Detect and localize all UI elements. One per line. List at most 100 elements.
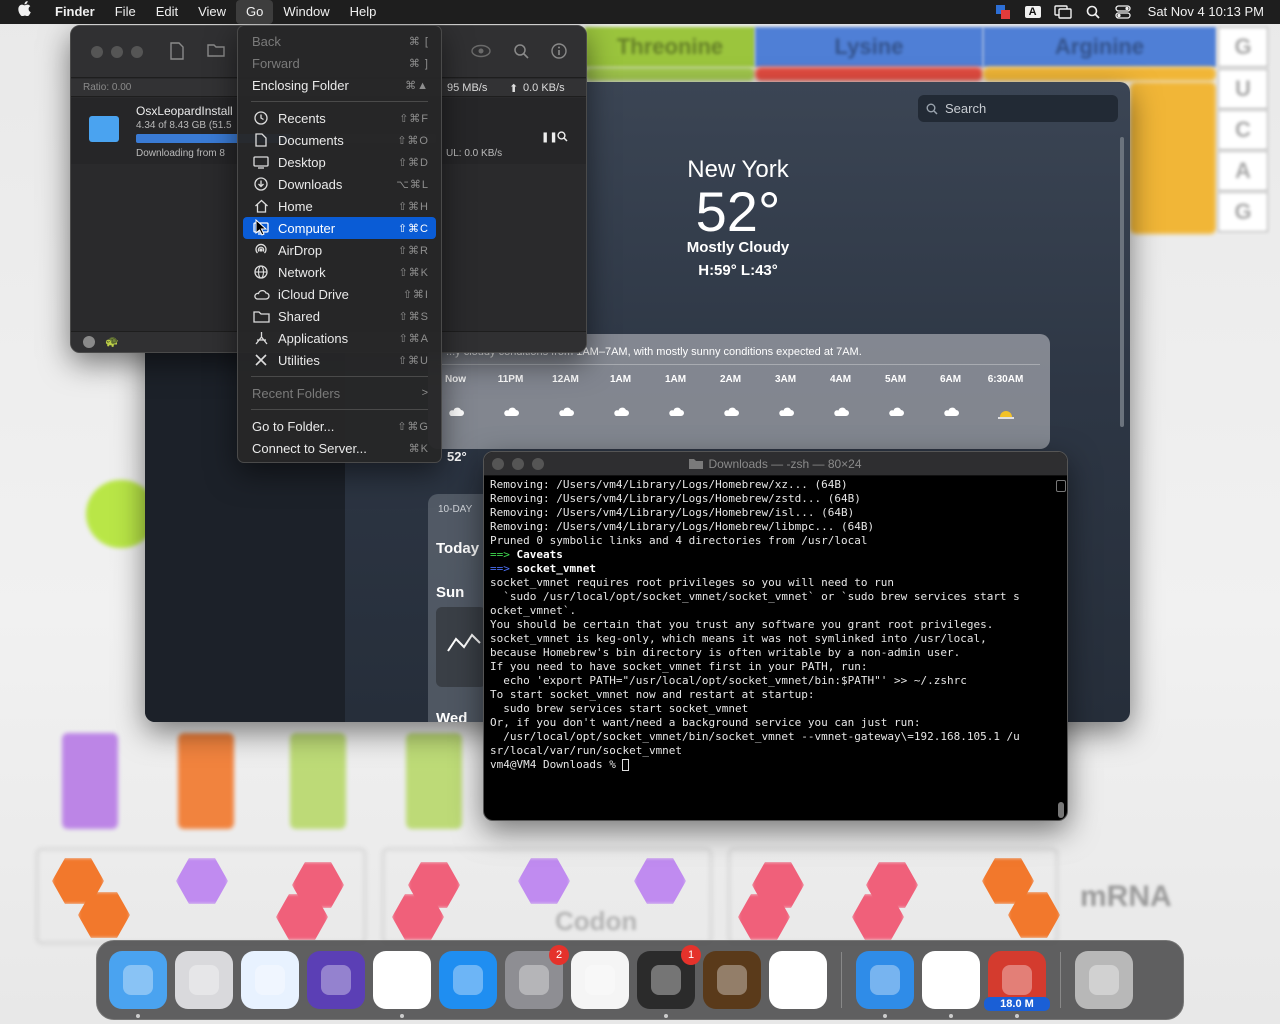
safari-icon — [255, 965, 285, 995]
go-menu-item-home[interactable]: Home ⇧⌘H — [243, 195, 436, 217]
terminal-line: To start socket_vmnet now and restart at… — [490, 688, 815, 701]
menu-view[interactable]: View — [188, 0, 236, 24]
amino-acid-cell: Arginine — [983, 27, 1216, 67]
go-menu-item-utilities[interactable]: Utilities ⇧⌘U — [243, 349, 436, 371]
go-menu-item-shared[interactable]: Shared ⇧⌘S — [243, 305, 436, 327]
go-menu-item-recents[interactable]: Recents ⇧⌘F — [243, 107, 436, 129]
go-menu-item-go-to-folder[interactable]: Go to Folder... ⇧⌘G — [243, 415, 436, 437]
hour-label: 4AM — [829, 374, 852, 385]
terminal-scrollbar[interactable] — [1058, 802, 1064, 818]
terminal-line: If you need to have socket_vmnet first i… — [490, 660, 868, 673]
info-icon[interactable] — [551, 43, 567, 62]
spotlight-search-icon[interactable] — [1080, 0, 1106, 24]
search-icon[interactable] — [513, 43, 529, 62]
dock-app-safari[interactable] — [241, 951, 299, 1009]
dock-app-vs-code[interactable] — [769, 951, 827, 1009]
menu-item-shortcut: ⇧⌘U — [397, 354, 429, 367]
terminal-line: Removing: /Users/vm4/Library/Logs/Homebr… — [490, 492, 861, 505]
dock-app-weather[interactable] — [856, 951, 914, 1018]
terminal-title: Downloads — -zsh — 80×24 — [708, 456, 862, 471]
go-menu-item-desktop[interactable]: Desktop ⇧⌘D — [243, 151, 436, 173]
cloud-icon — [538, 405, 593, 420]
apple-menu-icon[interactable] — [0, 0, 45, 24]
menu-window[interactable]: Window — [273, 0, 339, 24]
download-speed: 95 MB/s — [447, 82, 488, 94]
close-button[interactable] — [492, 458, 504, 470]
dock-app-terminal[interactable]: 1 — [637, 945, 701, 1018]
menu-edit[interactable]: Edit — [146, 0, 188, 24]
menubar-clock[interactable]: Sat Nov 4 10:13 PM — [1140, 0, 1264, 24]
pause-icon[interactable]: ❚❚ — [541, 132, 558, 143]
menu-item-shortcut: ⌘ ] — [408, 57, 429, 70]
close-button[interactable] — [91, 46, 103, 58]
cloud-icon — [252, 289, 270, 300]
go-menu-item-airdrop[interactable]: AirDrop ⇧⌘R — [243, 239, 436, 261]
menu-file[interactable]: File — [105, 0, 146, 24]
dock-app-system-settings[interactable]: 2 — [505, 945, 569, 1009]
remote-desktop-icon — [936, 965, 966, 995]
dock-app-trash[interactable] — [1075, 951, 1133, 1009]
hour-label: 12AM — [552, 374, 579, 385]
go-menu-item-computer[interactable]: Computer ⇧⌘C — [243, 217, 436, 239]
transmission-icon — [1002, 965, 1032, 995]
network-icon — [252, 265, 270, 279]
minimize-button[interactable] — [111, 46, 123, 58]
dock-app-chrome[interactable] — [373, 951, 431, 1018]
reveal-magnifier-icon[interactable] — [557, 130, 568, 145]
weather-temperature: 52° — [695, 180, 781, 243]
running-indicator — [400, 1014, 404, 1018]
turtle-speed-limit-icon[interactable]: 🐢 — [105, 335, 119, 348]
go-menu-item-network[interactable]: Network ⇧⌘K — [243, 261, 436, 283]
launchpad-icon — [189, 965, 219, 995]
weather-search-field[interactable]: Search — [918, 95, 1118, 122]
dock-app-remote-desktop[interactable] — [922, 951, 980, 1018]
menu-go[interactable]: Go — [236, 0, 274, 24]
menu-app-name[interactable]: Finder — [45, 0, 105, 24]
input-source-icon[interactable]: A — [1020, 0, 1046, 24]
folder-icon[interactable] — [207, 43, 225, 60]
download-icon — [252, 177, 270, 191]
sunrise-icon — [978, 405, 1033, 422]
go-menu-item-applications[interactable]: Applications ⇧⌘A — [243, 327, 436, 349]
control-center-icon[interactable] — [1110, 0, 1136, 24]
open-torrent-icon[interactable] — [169, 42, 185, 63]
weather-scrollbar[interactable] — [1120, 137, 1124, 427]
minimize-button[interactable] — [512, 458, 524, 470]
terminal-output[interactable]: Removing: /Users/vm4/Library/Logs/Homebr… — [484, 476, 1067, 774]
go-menu-item-enclosing-folder[interactable]: Enclosing Folder ⌘▲ — [243, 74, 436, 96]
hourly-forecast-item: 1AM — [648, 374, 703, 422]
dock-app-transmission[interactable]: 18.0 M — [984, 951, 1050, 1018]
go-menu-item-downloads[interactable]: Downloads ⌥⌘L — [243, 173, 436, 195]
trash-icon — [1089, 965, 1119, 995]
menu-item-label: Forward — [252, 55, 300, 71]
menu-item-label: Back — [252, 33, 281, 49]
menu-item-label: Recent Folders — [252, 385, 341, 401]
menu-item-label: Computer — [278, 220, 336, 236]
menu-item-shortcut: > — [421, 387, 429, 399]
clock-icon — [252, 111, 270, 125]
action-menu-icon[interactable] — [83, 336, 95, 348]
remote-desktop-status-icon[interactable] — [990, 0, 1016, 24]
amino-acid-cell: Threonine — [585, 27, 755, 67]
eye-icon[interactable] — [471, 44, 491, 61]
terminal-scroll-marker-icon[interactable] — [1056, 480, 1066, 492]
menu-help[interactable]: Help — [340, 0, 387, 24]
hour-label: 2AM — [719, 374, 742, 385]
vscode-icon — [783, 965, 813, 995]
dock-app-finder[interactable] — [109, 951, 167, 1018]
terminal-line: ocket_vmnet`. — [490, 604, 577, 617]
dock-app-launchpad[interactable] — [175, 951, 233, 1009]
zoom-button[interactable] — [131, 46, 143, 58]
go-menu-item-icloud-drive[interactable]: iCloud Drive ⇧⌘I — [243, 283, 436, 305]
menu-item-label: Utilities — [278, 352, 320, 368]
dock-app-app-store[interactable] — [439, 951, 497, 1009]
go-menu-item-connect-to-server[interactable]: Connect to Server... ⌘K — [243, 437, 436, 459]
dock-app-textedit[interactable] — [571, 951, 629, 1009]
zoom-button[interactable] — [532, 458, 544, 470]
dock-app-garageband[interactable] — [703, 951, 761, 1009]
menu-item-shortcut: ⇧⌘I — [402, 288, 429, 301]
dock-app-firefox[interactable] — [307, 951, 365, 1009]
go-menu-item-documents[interactable]: Documents ⇧⌘O — [243, 129, 436, 151]
terminal-line: because Homebrew's bin directory is ofte… — [490, 646, 961, 659]
screen-mirroring-icon[interactable] — [1050, 0, 1076, 24]
